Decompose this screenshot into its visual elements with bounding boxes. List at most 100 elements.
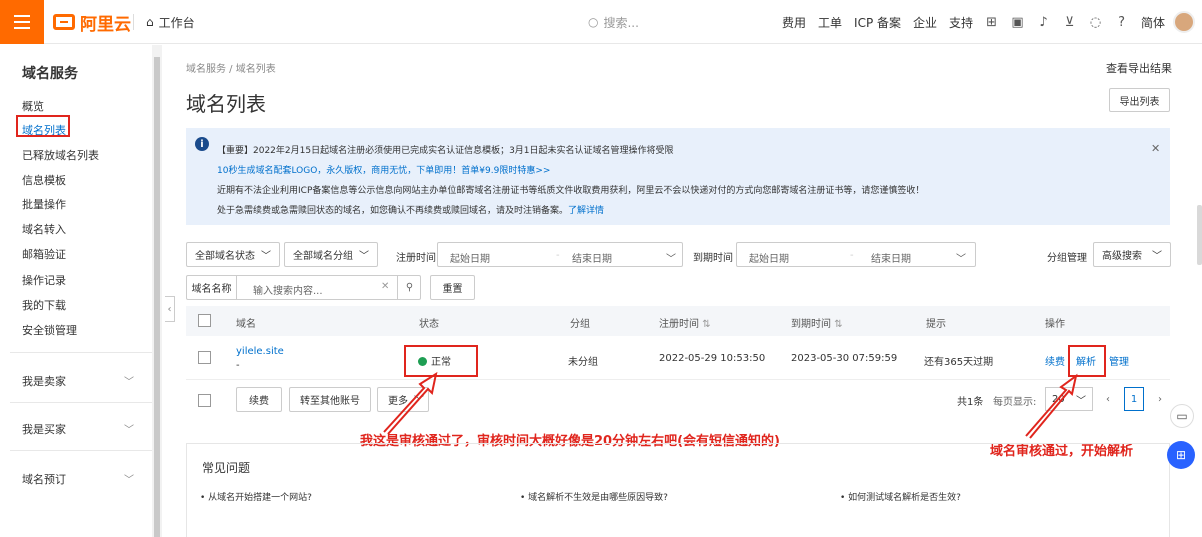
avatar[interactable] bbox=[1173, 11, 1195, 33]
sidebar-item-downloads[interactable]: 我的下载 bbox=[22, 297, 66, 313]
page-number-current[interactable]: 1 bbox=[1124, 387, 1144, 411]
chat-icon[interactable]: ▭ bbox=[1170, 404, 1194, 428]
search-icon[interactable]: ⚲ bbox=[397, 276, 421, 299]
exp-end-date[interactable]: 结束日期 bbox=[871, 250, 911, 265]
workbench-link[interactable]: ⌂ 工作台 bbox=[146, 14, 195, 30]
sidebar-item-security-lock[interactable]: 安全锁管理 bbox=[22, 322, 77, 338]
col-exp-time[interactable]: 到期时间 ⇅ bbox=[791, 315, 843, 330]
nav-tickets[interactable]: 工单 bbox=[818, 14, 842, 31]
col-reg-time-label: 注册时间 bbox=[659, 319, 699, 330]
sidebar-item-released[interactable]: 已释放域名列表 bbox=[22, 147, 99, 163]
close-icon[interactable]: ✕ bbox=[1151, 142, 1160, 155]
nav-enterprise[interactable]: 企业 bbox=[913, 14, 937, 31]
cart-icon[interactable]: ⊻ bbox=[1063, 15, 1076, 30]
reg-start-date[interactable]: 起始日期 bbox=[450, 250, 490, 265]
group-filter-select[interactable]: 全部域名分组 ﹀ bbox=[284, 242, 378, 267]
aliyun-logo-icon bbox=[53, 14, 75, 30]
learn-more-link[interactable]: 了解详情 bbox=[568, 206, 604, 216]
bulb-icon[interactable]: ◌ bbox=[1089, 15, 1102, 30]
transfer-account-button[interactable]: 转至其他账号 bbox=[289, 387, 371, 412]
faq-link[interactable]: • 从域名开始搭建一个网站? bbox=[200, 490, 312, 503]
highlight-box bbox=[404, 345, 478, 377]
message-icon[interactable]: ▣ bbox=[1011, 15, 1024, 30]
breadcrumb[interactable]: 域名服务 / 域名列表 bbox=[186, 60, 276, 75]
tip-cell: 还有365天过期 bbox=[924, 357, 994, 368]
notice-line-important: 【重要】2022年2月15日起域名注册必须使用已完成实名认证信息模板；3月1日起… bbox=[217, 146, 674, 156]
row-checkbox[interactable] bbox=[198, 351, 211, 364]
page-title: 域名列表 bbox=[186, 92, 266, 116]
faq-link[interactable]: • 如何测试域名解析是否生效? bbox=[840, 490, 961, 503]
col-tip: 提示 bbox=[926, 319, 946, 330]
bulk-renew-button[interactable]: 续费 bbox=[236, 387, 282, 412]
logo-text: 阿里云 bbox=[80, 14, 131, 35]
search-placeholder: 搜索... bbox=[603, 15, 639, 30]
app-icon[interactable]: ⊞ bbox=[985, 15, 998, 30]
table-header: 域名 状态 分组 注册时间 ⇅ 到期时间 ⇅ 提示 操作 bbox=[186, 306, 1170, 336]
highlight-box bbox=[16, 115, 70, 137]
export-list-button[interactable]: 导出列表 bbox=[1109, 88, 1170, 112]
faq-link[interactable]: • 域名解析不生效是由哪些原因导致? bbox=[520, 490, 668, 503]
sidebar-group-seller[interactable]: 我是卖家 bbox=[22, 373, 66, 389]
sidebar-item-batch[interactable]: 批量操作 bbox=[22, 196, 66, 212]
manage-link[interactable]: 管理 bbox=[1109, 353, 1129, 368]
sidebar-item-email-verify[interactable]: 邮箱验证 bbox=[22, 246, 66, 262]
advanced-search-button[interactable]: 高级搜索 ﹀ bbox=[1093, 242, 1171, 267]
chevron-down-icon[interactable]: ﹀ bbox=[124, 421, 134, 436]
sidebar-scrollbar[interactable] bbox=[152, 45, 162, 537]
pager-total: 共1条 bbox=[957, 397, 984, 408]
sidebar-group-buyer[interactable]: 我是买家 bbox=[22, 421, 66, 437]
nav-icp[interactable]: ICP 备案 bbox=[854, 14, 901, 31]
sidebar-item-templates[interactable]: 信息模板 bbox=[22, 172, 66, 188]
chevron-down-icon: ﹀ bbox=[1076, 395, 1086, 407]
collapse-sidebar-icon[interactable]: ‹ bbox=[165, 296, 175, 322]
top-bar: 阿里云 ⌂ 工作台 ○ 搜索... 费用 工单 ICP 备案 企业 支持 ⊞ ▣… bbox=[0, 0, 1202, 44]
group-manage-link[interactable]: 分组管理 bbox=[1047, 249, 1087, 264]
sort-icon: ⇅ bbox=[834, 319, 843, 330]
col-reg-time[interactable]: 注册时间 ⇅ bbox=[659, 315, 711, 330]
sidebar-item-transfer-in[interactable]: 域名转入 bbox=[22, 221, 66, 237]
prev-page-icon[interactable]: ‹ bbox=[1098, 387, 1118, 411]
language-switch[interactable]: 简体 bbox=[1141, 14, 1165, 31]
renew-link[interactable]: 续费 bbox=[1045, 353, 1065, 368]
select-all-checkbox[interactable] bbox=[198, 314, 211, 327]
exp-date-range[interactable]: 起始日期 - 结束日期 ﹀ bbox=[736, 242, 976, 267]
reset-button[interactable]: 重置 bbox=[430, 275, 475, 300]
help-icon[interactable]: ? bbox=[1115, 15, 1128, 30]
search-key-select[interactable]: 域名名称 bbox=[187, 276, 237, 299]
status-filter-value: 全部域名状态 bbox=[195, 251, 255, 262]
logo[interactable]: 阿里云 bbox=[53, 11, 131, 35]
chevron-down-icon[interactable]: ﹀ bbox=[124, 471, 134, 486]
notice-line-fraud: 近期有不法企业利用ICP备案信息等公示信息向网站主办单位邮寄域名注册证书等纸质文… bbox=[217, 186, 925, 196]
per-page-select[interactable]: 20 ﹀ bbox=[1045, 387, 1093, 411]
bulk-select-checkbox[interactable] bbox=[198, 394, 211, 407]
apps-icon[interactable]: ⊞ bbox=[1167, 441, 1195, 469]
notice-banner: i 【重要】2022年2月15日起域名注册必须使用已完成实名认证信息模板；3月1… bbox=[186, 128, 1170, 225]
sidebar-group-presale[interactable]: 域名预订 bbox=[22, 471, 66, 487]
domain-link[interactable]: yilele.site bbox=[236, 346, 284, 357]
nav-fees[interactable]: 费用 bbox=[782, 14, 806, 31]
clear-icon[interactable]: ✕ bbox=[381, 281, 389, 292]
menu-icon[interactable] bbox=[0, 0, 44, 44]
search-input[interactable]: 输入搜索内容... bbox=[253, 282, 323, 297]
bell-icon[interactable]: ♪ bbox=[1037, 15, 1050, 30]
more-button[interactable]: 更多 ﹀ bbox=[377, 387, 429, 412]
reg-end-date[interactable]: 结束日期 bbox=[572, 250, 612, 265]
sidebar-item-logs[interactable]: 操作记录 bbox=[22, 272, 66, 288]
reg-time-label: 注册时间 bbox=[396, 253, 436, 264]
next-page-icon[interactable]: › bbox=[1150, 387, 1170, 411]
exp-start-date[interactable]: 起始日期 bbox=[749, 250, 789, 265]
group-cell: 未分组 bbox=[568, 357, 598, 368]
sidebar-item-overview[interactable]: 概览 bbox=[22, 98, 44, 114]
reg-date-range[interactable]: 起始日期 - 结束日期 ﹀ bbox=[437, 242, 683, 267]
info-icon: i bbox=[195, 137, 209, 151]
status-filter-select[interactable]: 全部域名状态 ﹀ bbox=[186, 242, 280, 267]
nav-support[interactable]: 支持 bbox=[949, 14, 973, 31]
chevron-down-icon[interactable]: ﹀ bbox=[124, 373, 134, 388]
search-icon: ○ bbox=[588, 15, 599, 29]
global-search[interactable]: ○ 搜索... bbox=[588, 12, 639, 32]
table-row: yilele.site - 正常 未分组 2022-05-29 10:53:50… bbox=[186, 336, 1170, 380]
view-export-results-link[interactable]: 查看导出结果 bbox=[1106, 60, 1172, 76]
col-exp-time-label: 到期时间 bbox=[791, 319, 831, 330]
notice-line-logo-promo[interactable]: 10秒生成域名配套LOGO，永久版权，商用无忧，下单即用！首单¥9.9限时特惠>… bbox=[217, 163, 550, 176]
divider bbox=[10, 450, 152, 451]
